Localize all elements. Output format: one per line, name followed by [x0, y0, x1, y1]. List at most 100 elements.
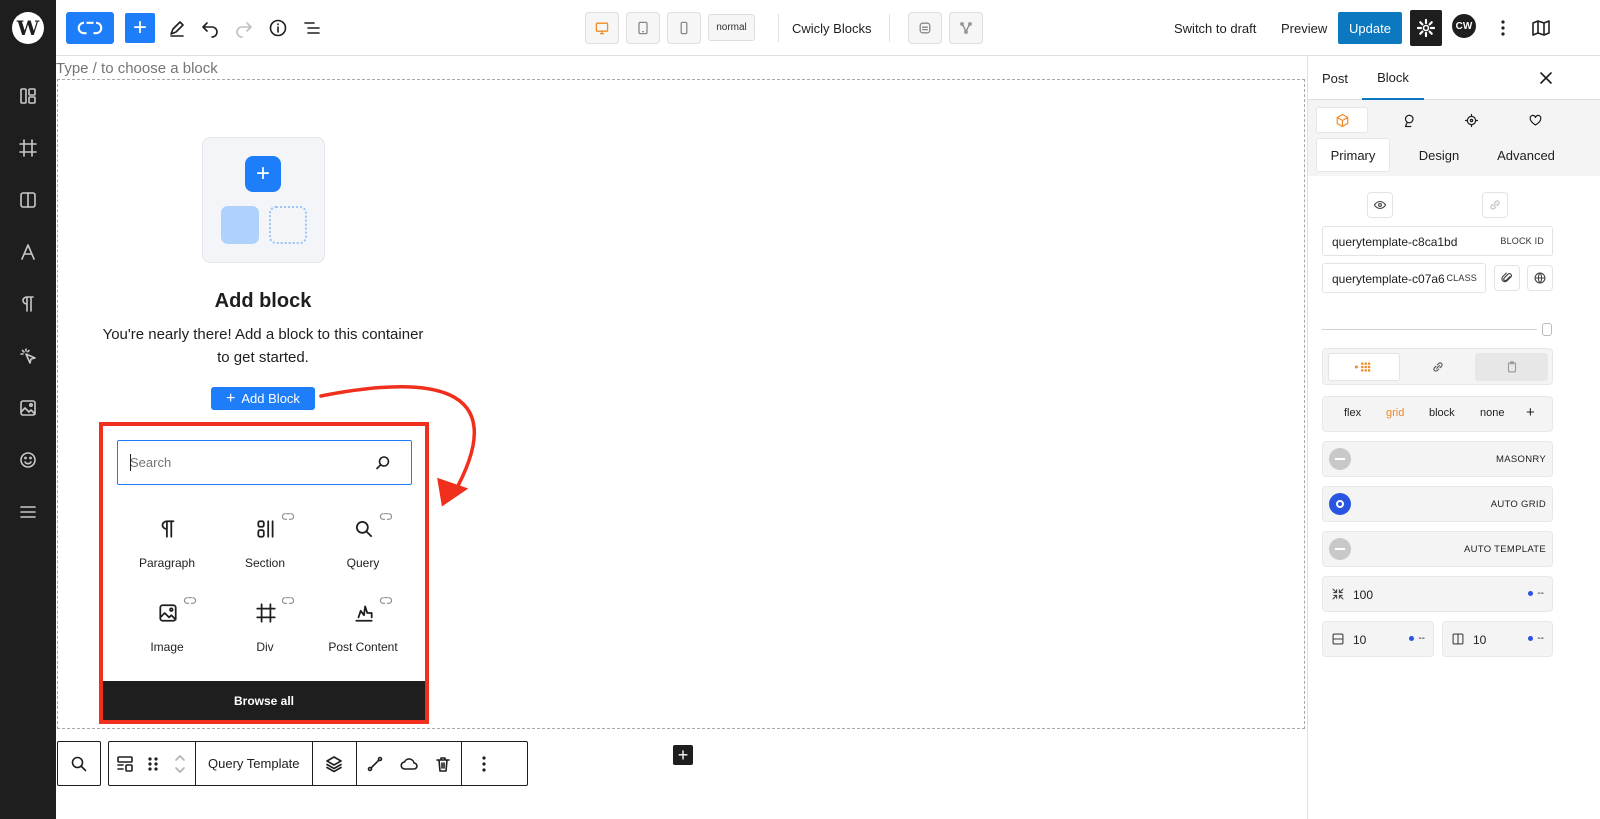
display-option-flex[interactable]: flex: [1344, 407, 1361, 419]
smiley-icon[interactable]: [18, 450, 38, 470]
text-caret: [130, 454, 131, 471]
more-options-button[interactable]: [462, 742, 506, 785]
redo-button[interactable]: [229, 13, 259, 43]
wordpress-logo-icon[interactable]: W: [12, 12, 44, 44]
menu-lines-icon[interactable]: [18, 502, 38, 522]
block-option-div[interactable]: Div: [215, 594, 315, 672]
select-parent-button[interactable]: [57, 741, 101, 786]
radio-on-icon[interactable]: [1329, 493, 1351, 515]
cloud-button[interactable]: [393, 742, 425, 785]
settings-button[interactable]: [1410, 10, 1442, 46]
options-menu-button[interactable]: [1488, 13, 1518, 43]
cwicly-badge-icon: [379, 597, 393, 604]
switch-to-draft-link[interactable]: Switch to draft: [1174, 13, 1256, 43]
chevron-down-icon[interactable]: [173, 766, 187, 775]
edit-tool-button[interactable]: [162, 13, 192, 43]
unit-selector[interactable]: --: [1528, 588, 1544, 599]
grid-mode-auto-grid[interactable]: AUTO GRID: [1322, 486, 1553, 522]
image-icon[interactable]: [18, 398, 38, 418]
columns-icon[interactable]: [18, 190, 38, 210]
tab-link[interactable]: [1405, 353, 1471, 381]
min-width-field[interactable]: 100 --: [1322, 576, 1553, 612]
target-icon: [1464, 113, 1478, 127]
block-appender-hint[interactable]: Type / to choose a block: [56, 60, 218, 77]
unit-selector[interactable]: --: [1528, 633, 1544, 644]
min-width-value: 100: [1353, 588, 1374, 602]
pilcrow-icon[interactable]: [18, 294, 38, 314]
tab-primary[interactable]: Primary: [1316, 138, 1390, 172]
layers-button[interactable]: [313, 742, 357, 785]
cwicly-blocks-menu[interactable]: Cwicly Blocks: [792, 13, 871, 43]
navigator-button[interactable]: [949, 12, 983, 44]
typography-icon[interactable]: [18, 242, 38, 262]
block-mover[interactable]: [165, 742, 195, 785]
search-input[interactable]: [130, 452, 360, 472]
list-view-button[interactable]: [297, 13, 327, 43]
display-option-block[interactable]: block: [1429, 407, 1455, 419]
layout-icon[interactable]: [18, 86, 38, 106]
preview-button[interactable]: Preview: [1281, 13, 1327, 43]
drag-handle[interactable]: [141, 742, 165, 785]
block-option-query[interactable]: Query: [313, 510, 413, 588]
undo-button[interactable]: [195, 13, 225, 43]
search-field[interactable]: [117, 440, 412, 485]
column-gap-field[interactable]: 10 --: [1442, 621, 1553, 657]
delete-button[interactable]: [425, 742, 461, 785]
grid-frame-icon[interactable]: [18, 138, 38, 158]
cwicly-account-avatar[interactable]: CW: [1452, 14, 1476, 38]
tab-layout[interactable]: [1328, 353, 1400, 381]
block-inserter-button[interactable]: +: [125, 13, 155, 43]
block-name-label[interactable]: Query Template: [196, 742, 313, 785]
display-option-grid[interactable]: grid: [1386, 407, 1404, 419]
collapse-toggle[interactable]: [1542, 323, 1552, 336]
query-template-container[interactable]: + Add block You're nearly there! Add a b…: [57, 79, 1305, 765]
tab-target[interactable]: [1445, 107, 1497, 133]
search-icon[interactable]: [373, 453, 393, 473]
block-option-section[interactable]: Section: [215, 510, 315, 588]
mobile-view-button[interactable]: [667, 12, 701, 44]
radio-off-icon[interactable]: [1329, 538, 1351, 560]
desktop-view-button[interactable]: [585, 12, 619, 44]
radio-off-icon[interactable]: [1329, 448, 1351, 470]
display-option-none[interactable]: none: [1480, 407, 1504, 419]
visibility-toggle[interactable]: [1367, 192, 1393, 218]
add-block-button[interactable]: + Add Block: [211, 387, 315, 410]
chevron-up-icon[interactable]: [173, 753, 187, 762]
tab-block[interactable]: Block: [1362, 56, 1424, 100]
tablet-view-button[interactable]: [626, 12, 660, 44]
details-button[interactable]: [263, 13, 293, 43]
block-option-post-content[interactable]: Post Content: [313, 594, 413, 672]
tab-style[interactable]: [1316, 107, 1368, 133]
close-icon[interactable]: [1536, 68, 1556, 88]
class-field[interactable]: querytemplate-c07a6 CLASS: [1322, 263, 1486, 293]
row-gap-field[interactable]: 10 --: [1322, 621, 1434, 657]
grid-mode-masonry[interactable]: MASONRY: [1322, 441, 1553, 477]
grid-mode-auto-template[interactable]: AUTO TEMPLATE: [1322, 531, 1553, 567]
container-append-button[interactable]: +: [673, 745, 693, 765]
panel-switcher: Primary Design Advanced: [1308, 100, 1600, 176]
add-display-button[interactable]: +: [1526, 404, 1535, 421]
block-id-field[interactable]: querytemplate-c8ca1bd BLOCK ID: [1322, 226, 1553, 256]
tab-favorites[interactable]: [1509, 107, 1561, 133]
tab-interactions[interactable]: [1382, 107, 1434, 133]
link-tool-button[interactable]: [357, 742, 393, 785]
cursor-click-icon[interactable]: [18, 346, 38, 366]
tab-post[interactable]: Post: [1322, 56, 1348, 100]
block-state-select[interactable]: normal: [708, 14, 755, 41]
browse-all-button[interactable]: Browse all: [103, 681, 425, 720]
update-button[interactable]: Update: [1338, 12, 1402, 44]
global-styles-button[interactable]: [908, 12, 942, 44]
tab-clipboard[interactable]: [1475, 353, 1548, 381]
tab-advanced[interactable]: Advanced: [1490, 138, 1562, 172]
map-button[interactable]: [1526, 13, 1556, 43]
link-toggle[interactable]: [1482, 192, 1508, 218]
block-option-image[interactable]: Image: [117, 594, 217, 672]
block-type-button[interactable]: [109, 742, 141, 785]
block-option-paragraph[interactable]: Paragraph: [117, 510, 217, 588]
tab-design[interactable]: Design: [1404, 138, 1474, 172]
attach-class-button[interactable]: [1494, 265, 1520, 291]
empty-block-shape: [269, 206, 307, 244]
unit-selector[interactable]: --: [1409, 633, 1425, 644]
global-class-button[interactable]: [1527, 265, 1553, 291]
cwicly-logo-button[interactable]: [66, 12, 114, 44]
